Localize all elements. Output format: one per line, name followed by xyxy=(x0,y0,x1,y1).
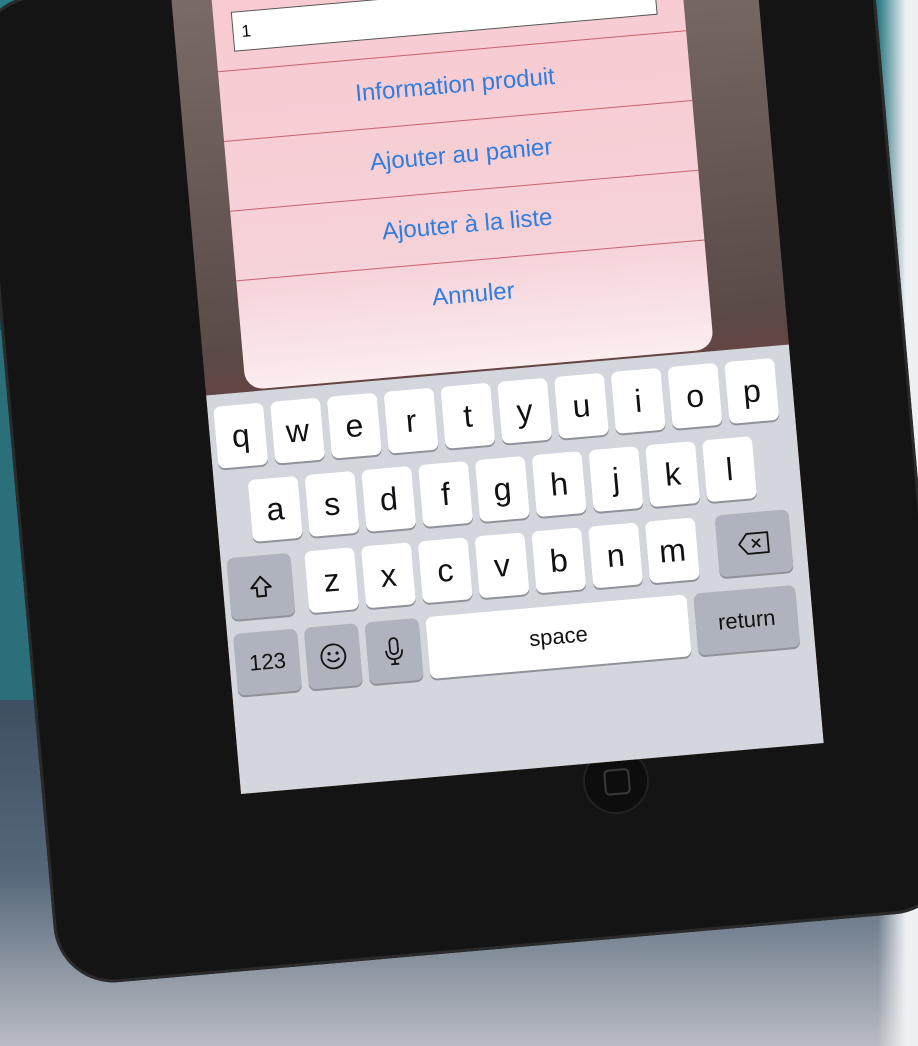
key-l[interactable]: l xyxy=(701,436,758,503)
key-a[interactable]: a xyxy=(247,475,303,542)
action-alert: 1 Information produit Ajouter au panier … xyxy=(211,0,714,391)
key-b[interactable]: b xyxy=(531,527,587,594)
key-i[interactable]: i xyxy=(610,367,666,434)
key-n[interactable]: n xyxy=(588,522,644,589)
key-x[interactable]: x xyxy=(360,542,417,609)
delete-key[interactable] xyxy=(714,509,794,578)
key-c[interactable]: c xyxy=(417,537,473,604)
key-d[interactable]: d xyxy=(361,465,417,533)
key-o[interactable]: o xyxy=(667,362,723,429)
shift-key[interactable] xyxy=(226,552,296,621)
keyboard: q w e r t y u i o p a s d f g h j k l z … xyxy=(206,344,824,794)
key-j[interactable]: j xyxy=(588,446,644,513)
key-u[interactable]: u xyxy=(553,372,610,439)
key-r[interactable]: r xyxy=(383,387,439,454)
return-key[interactable]: return xyxy=(693,584,801,656)
key-m[interactable]: m xyxy=(644,517,700,584)
key-v[interactable]: v xyxy=(474,532,530,599)
microphone-icon xyxy=(385,637,403,666)
shift-icon xyxy=(250,575,272,598)
delete-icon xyxy=(738,531,770,555)
key-k[interactable]: k xyxy=(645,441,701,508)
key-s[interactable]: s xyxy=(304,470,360,537)
key-w[interactable]: w xyxy=(269,397,326,464)
key-p[interactable]: p xyxy=(724,357,780,424)
tablet-screen: 1 Information produit Ajouter au panier … xyxy=(171,0,824,794)
key-e[interactable]: e xyxy=(326,392,382,459)
key-h[interactable]: h xyxy=(531,450,587,518)
emoji-icon xyxy=(320,643,347,670)
space-key[interactable]: space xyxy=(425,594,692,679)
key-y[interactable]: y xyxy=(497,377,553,444)
key-g[interactable]: g xyxy=(474,455,530,523)
key-z[interactable]: z xyxy=(304,547,360,614)
emoji-key[interactable] xyxy=(303,623,363,690)
key-t[interactable]: t xyxy=(440,382,496,449)
key-q[interactable]: q xyxy=(213,402,269,469)
numbers-key[interactable]: 123 xyxy=(233,628,303,696)
key-f[interactable]: f xyxy=(418,460,474,528)
dictation-key[interactable] xyxy=(364,617,424,685)
